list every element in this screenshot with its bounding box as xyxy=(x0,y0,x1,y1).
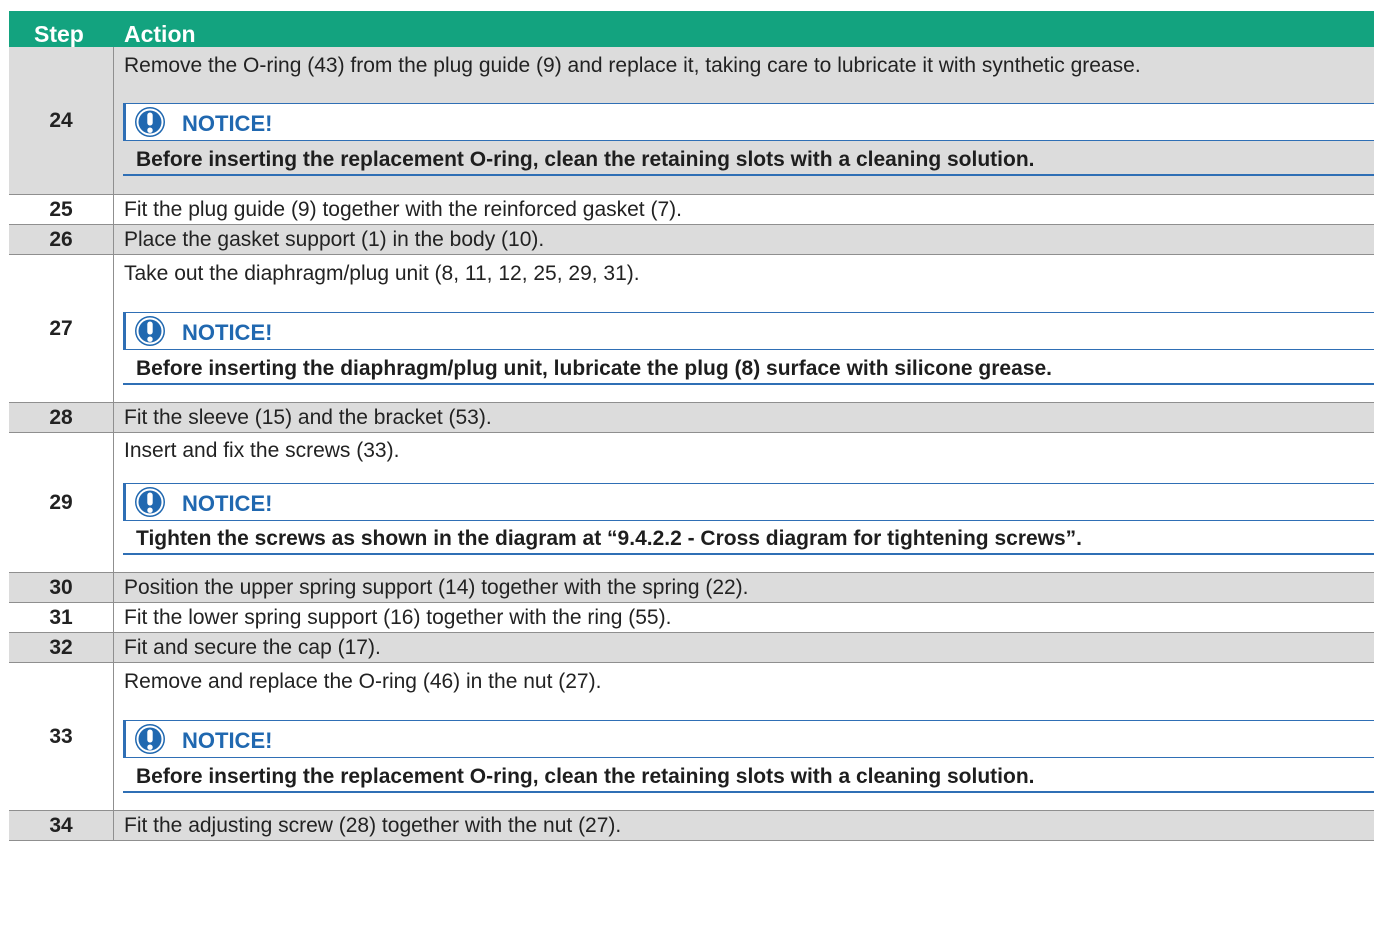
action-cell: Fit the adjusting screw (28) together wi… xyxy=(114,811,1374,840)
step-number: 32 xyxy=(9,633,114,662)
action-text: Fit and secure the cap (17). xyxy=(124,636,381,659)
table-row: 26 Place the gasket support (1) in the bo… xyxy=(9,225,1374,255)
notice-underline xyxy=(123,174,1374,176)
step-number: 34 xyxy=(9,811,114,840)
exclamation-circle-icon xyxy=(134,315,166,347)
notice-title: NOTICE! xyxy=(182,111,273,136)
notice-text: Tighten the screws as shown in the diagr… xyxy=(136,527,1083,550)
step-number: 31 xyxy=(9,603,114,632)
step-number: 27 xyxy=(9,255,114,402)
action-cell: Fit the lower spring support (16) togeth… xyxy=(114,603,1374,632)
action-text: Place the gasket support (1) in the body… xyxy=(124,228,545,251)
step-number: 29 xyxy=(9,433,114,572)
step-number: 24 xyxy=(9,47,114,194)
table-row: 31 Fit the lower spring support (16) toge… xyxy=(9,603,1374,633)
notice-title: NOTICE! xyxy=(182,728,273,753)
header-action: Action xyxy=(124,21,196,47)
table-row: 33 Remove and replace the O-ring (46) in … xyxy=(9,663,1374,811)
action-text: Fit the lower spring support (16) togeth… xyxy=(124,606,672,629)
step-number: 26 xyxy=(9,225,114,254)
table-row: 34 Fit the adjusting screw (28) together … xyxy=(9,811,1374,841)
exclamation-circle-icon xyxy=(134,723,166,755)
action-text: Remove the O-ring (43) from the plug gui… xyxy=(124,54,1141,77)
notice-underline xyxy=(123,383,1374,385)
action-cell: Take out the diaphragm/plug unit (8, 11,… xyxy=(114,255,1374,402)
action-cell: Remove and replace the O-ring (46) in th… xyxy=(114,663,1374,810)
notice-box: NOTICE! xyxy=(123,483,1374,521)
notice-underline xyxy=(123,791,1374,793)
header-step: Step xyxy=(34,21,84,47)
action-cell: Fit and secure the cap (17). xyxy=(114,633,1374,662)
action-text: Remove and replace the O-ring (46) in th… xyxy=(124,670,602,693)
notice-underline xyxy=(123,553,1374,555)
action-cell: Insert and fix the screws (33). NOTICE! Ti… xyxy=(114,433,1374,572)
procedure-table: Step Action 24 Remove the O-ring (43) fro… xyxy=(9,11,1374,841)
exclamation-circle-icon xyxy=(134,486,166,518)
action-text: Take out the diaphragm/plug unit (8, 11,… xyxy=(124,262,640,285)
table-row: 27 Take out the diaphragm/plug unit (8, 1… xyxy=(9,255,1374,403)
notice-text: Before inserting the replacement O-ring,… xyxy=(136,765,1035,788)
notice-title: NOTICE! xyxy=(182,491,273,516)
table-row: 28 Fit the sleeve (15) and the bracket (5… xyxy=(9,403,1374,433)
action-text: Fit the sleeve (15) and the bracket (53)… xyxy=(124,406,492,429)
table-row: 32 Fit and secure the cap (17). xyxy=(9,633,1374,663)
table-body: 24 Remove the O-ring (43) from the plug g… xyxy=(9,47,1374,841)
notice-text: Before inserting the replacement O-ring,… xyxy=(136,148,1035,171)
action-text: Insert and fix the screws (33). xyxy=(124,439,400,462)
table-row: 29 Insert and fix the screws (33). NOTICE!… xyxy=(9,433,1374,573)
action-text: Position the upper spring support (14) t… xyxy=(124,576,749,599)
notice-box: NOTICE! xyxy=(123,720,1374,758)
step-number: 25 xyxy=(9,195,114,224)
action-cell: Remove the O-ring (43) from the plug gui… xyxy=(114,47,1374,194)
step-number: 30 xyxy=(9,573,114,602)
notice-box: NOTICE! xyxy=(123,312,1374,350)
step-number: 33 xyxy=(9,663,114,810)
notice-text: Before inserting the diaphragm/plug unit… xyxy=(136,357,1052,380)
table-row: 30 Position the upper spring support (14)… xyxy=(9,573,1374,603)
exclamation-circle-icon xyxy=(134,106,166,138)
step-number: 28 xyxy=(9,403,114,432)
table-row: 24 Remove the O-ring (43) from the plug g… xyxy=(9,47,1374,195)
notice-title: NOTICE! xyxy=(182,320,273,345)
notice-box: NOTICE! xyxy=(123,103,1374,141)
action-cell: Fit the plug guide (9) together with the… xyxy=(114,195,1374,224)
action-cell: Fit the sleeve (15) and the bracket (53)… xyxy=(114,403,1374,432)
table-header: Step Action xyxy=(9,11,1374,47)
action-cell: Position the upper spring support (14) t… xyxy=(114,573,1374,602)
action-text: Fit the plug guide (9) together with the… xyxy=(124,198,682,221)
action-cell: Place the gasket support (1) in the body… xyxy=(114,225,1374,254)
action-text: Fit the adjusting screw (28) together wi… xyxy=(124,814,622,837)
table-row: 25 Fit the plug guide (9) together with t… xyxy=(9,195,1374,225)
